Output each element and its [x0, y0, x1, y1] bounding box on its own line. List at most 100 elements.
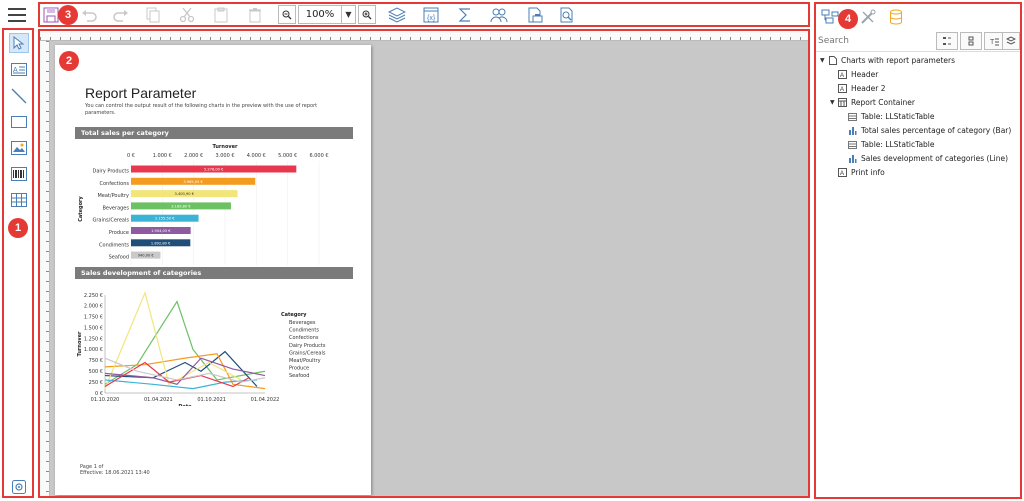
document-icon	[828, 56, 837, 65]
picture-tool-icon[interactable]	[9, 138, 29, 158]
tree-item[interactable]: Table: LLStaticTable	[840, 110, 935, 123]
tree-item-label: Sales development of categories (Line)	[861, 154, 1008, 163]
objects-tab-icon[interactable]	[820, 8, 840, 26]
barcode-tool-icon[interactable]	[9, 164, 29, 184]
sort-tree-icon[interactable]	[936, 32, 958, 50]
callout-badge-1: 1	[8, 218, 28, 238]
properties-tab-icon[interactable]	[858, 8, 878, 26]
bar-chart-category-label: Beverages	[102, 205, 129, 211]
report-page[interactable]: Report Parameter You can control the out…	[55, 45, 371, 495]
svg-text:A: A	[840, 171, 844, 177]
bar-chart-data-label: 1.892,80 €	[151, 241, 171, 245]
tree-item[interactable]: Total sales percentage of category (Bar)	[840, 124, 1011, 137]
callout-badge-2: 2	[59, 51, 79, 71]
zoom-in-icon[interactable]	[358, 5, 376, 24]
tree-item-label: Print info	[851, 168, 885, 177]
paste-icon[interactable]	[212, 6, 230, 24]
redo-icon[interactable]	[112, 6, 130, 24]
bar-chart-icon	[848, 126, 857, 135]
select-tool-icon[interactable]	[9, 33, 29, 53]
menu-icon[interactable]	[8, 8, 26, 22]
svg-text:{x}: {x}	[427, 15, 436, 22]
search-row: T	[816, 30, 1020, 52]
tree-item[interactable]: A Header 2	[830, 82, 885, 95]
line-chart-y-tick: 1.500 €	[84, 325, 103, 331]
bar-chart-category-label: Produce	[109, 230, 129, 236]
line-chart-y-tick: 250 €	[89, 380, 103, 386]
callout-badge-3: 3	[58, 5, 78, 25]
chevron-down-icon[interactable]: ▼	[830, 99, 838, 106]
line-chart-x-tick: 01.04.2021	[144, 397, 173, 403]
chevron-down-icon[interactable]: ▼	[820, 57, 828, 64]
line-chart-y-tick: 2.000 €	[84, 304, 103, 310]
bar-chart-data-label: 3.189,80 €	[171, 204, 191, 208]
report-workspace[interactable]: 2 Report Parameter You can control the o…	[38, 29, 810, 498]
tree-item-label: Table: LLStaticTable	[861, 140, 935, 149]
tree-item[interactable]: Sales development of categories (Line)	[840, 152, 1008, 165]
text-object-icon: A	[838, 84, 847, 93]
line-tool-icon[interactable]	[9, 86, 29, 106]
main-toolbar: 3 100% ▼ {x}	[38, 2, 810, 27]
bar-chart-y-axis-label: Category	[78, 195, 84, 221]
line-chart-legend-entry: Confections	[289, 335, 319, 341]
line-chart-legend-entry: Dairy Products	[289, 343, 326, 349]
text-tool-icon[interactable]: A	[9, 59, 29, 79]
bar-chart-x-tick: 2.000 €	[184, 153, 203, 159]
print-preview-icon[interactable]	[526, 6, 544, 24]
object-panel: 4 T ▼ Charts with report parameters A Heade…	[814, 2, 1022, 499]
tree-item[interactable]: Table: LLStaticTable	[840, 138, 935, 151]
delete-icon[interactable]	[246, 6, 264, 24]
layers-small-icon[interactable]	[1002, 32, 1020, 50]
tree-item[interactable]: A Print info	[830, 166, 885, 179]
bar-chart-category-label: Dairy Products	[93, 169, 130, 175]
section-header-sales-development: Sales development of categories	[75, 267, 353, 279]
tree-item[interactable]: ▼ Charts with report parameters	[820, 54, 955, 67]
layers-icon[interactable]	[388, 6, 406, 24]
line-chart-x-tick: 01.04.2022	[251, 397, 280, 403]
bar-chart-x-tick: 3.000 €	[215, 153, 234, 159]
project-includes-icon[interactable]: {x}	[422, 6, 440, 24]
settings-icon[interactable]	[9, 477, 29, 497]
line-chart-y-tick: 1.250 €	[84, 336, 103, 342]
line-chart-y-tick: 750 €	[89, 358, 103, 364]
zoom-level-field[interactable]: 100%	[298, 5, 342, 24]
bar-chart[interactable]: Turnover 0 € 1.000 € 2.000 € 3.000 € 4.000 € 5…	[75, 141, 353, 265]
line-chart-y-tick: 1.000 €	[84, 347, 103, 353]
tree-item[interactable]: A Header	[830, 68, 878, 81]
bar-chart-category-label: Seafood	[109, 255, 129, 261]
svg-text:A: A	[840, 73, 844, 79]
bar-chart-data-label: 3.965,05 €	[183, 180, 203, 184]
table-tool-icon[interactable]	[9, 190, 29, 210]
preview-search-icon[interactable]	[558, 6, 576, 24]
undo-icon[interactable]	[80, 6, 98, 24]
line-chart[interactable]: 0 € 250 € 500 € 750 € 1.000 € 1.250 € 1.500 € 1…	[75, 281, 365, 406]
bar-chart-x-tick: 4.000 €	[247, 153, 266, 159]
bar-chart-category-label: Meat/Poultry	[97, 193, 129, 199]
line-chart-x-tick: 01.10.2020	[91, 397, 120, 403]
zoom-out-icon[interactable]	[278, 5, 296, 24]
rectangle-tool-icon[interactable]	[9, 112, 29, 132]
search-input[interactable]	[818, 33, 928, 49]
bar-chart-x-tick: 0 €	[127, 153, 135, 159]
line-chart-x-axis-label: Date	[178, 404, 192, 406]
horizontal-ruler	[40, 31, 808, 41]
line-chart-legend-entry: Grains/Cereals	[289, 350, 326, 356]
zoom-dropdown-icon[interactable]: ▼	[342, 5, 356, 24]
bar-chart-x-tick: 1.000 €	[153, 153, 172, 159]
users-icon[interactable]	[490, 6, 508, 24]
layout-vertical-icon[interactable]	[960, 32, 982, 50]
report-description: You can control the output result of the…	[85, 103, 318, 116]
bar-chart-x-tick: 5.000 €	[278, 153, 297, 159]
callout-badge-4: 4	[838, 9, 858, 29]
cut-icon[interactable]	[178, 6, 196, 24]
svg-text:A: A	[840, 87, 844, 93]
table-icon	[848, 112, 857, 121]
bar-chart-data-label: 5.276,00 €	[204, 168, 224, 172]
section-header-total-sales: Total sales per category	[75, 127, 353, 139]
vertical-ruler	[40, 41, 50, 496]
copy-icon[interactable]	[144, 6, 162, 24]
sum-variables-icon[interactable]	[456, 6, 474, 24]
tree-item[interactable]: ▼ Report Container	[830, 96, 915, 109]
variables-tab-icon[interactable]	[886, 8, 906, 26]
text-object-icon: A	[838, 168, 847, 177]
